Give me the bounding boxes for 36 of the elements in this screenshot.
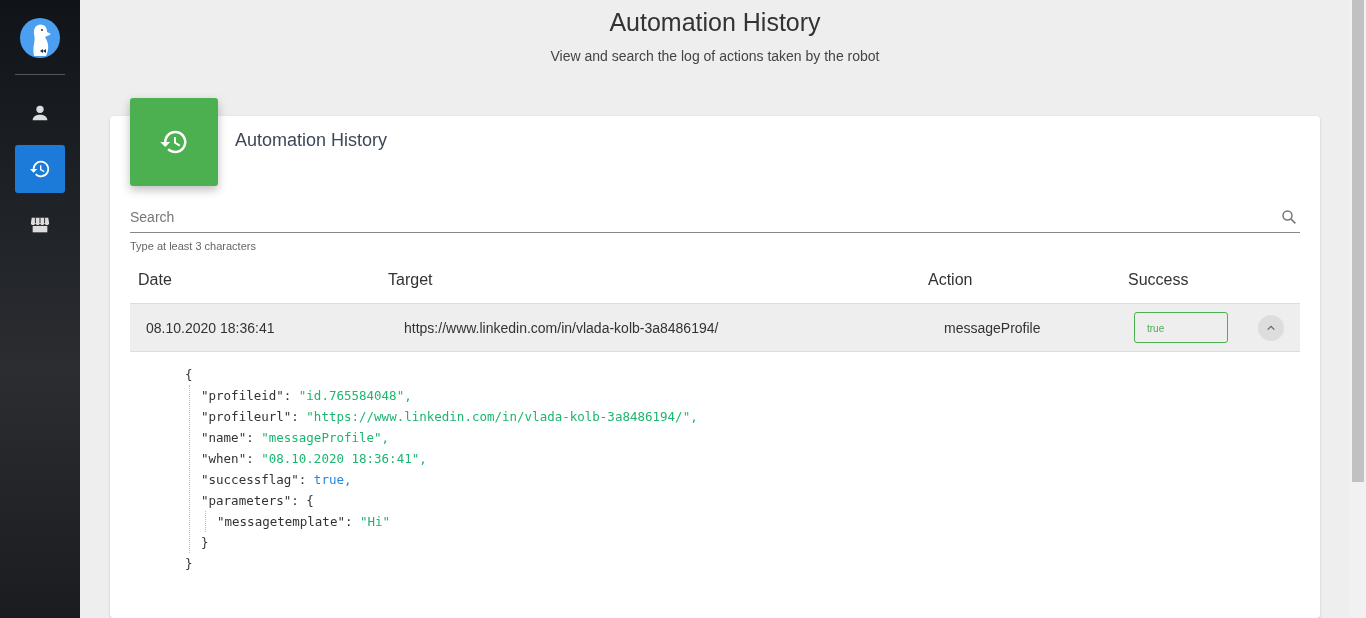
json-value: "08.10.2020 18:36:41", — [261, 451, 427, 466]
json-value: { — [306, 493, 314, 508]
page-title: Automation History — [608, 8, 822, 37]
json-value: "Hi" — [359, 514, 391, 529]
column-header: Success — [1128, 271, 1190, 289]
search-field[interactable]: Search — [130, 202, 1300, 233]
table-cell-text: 08.10.2020 18:36:41 — [145, 319, 276, 336]
json-value: "https://www.linkedin.com/in/vlada-kolb-3a8486194/", — [306, 409, 698, 424]
code-brace: } — [185, 555, 194, 573]
page-subtitle: View and search the log of actions taken by the robot — [549, 48, 881, 64]
scrollbar-thumb[interactable] — [1352, 0, 1364, 482]
json-key: "profileurl": — [201, 409, 299, 424]
table-cell-text: https://www.linkedin.com/in/vlada-kolb-3a8486194/ — [403, 319, 720, 336]
column-header: Action — [928, 271, 974, 289]
column-header: Target — [388, 271, 434, 289]
table-row[interactable]: 08.10.2020 18:36:41 https://www.linkedin.com/in/vlada-kolb-3a8486194/ messageProfile true — [130, 304, 1300, 352]
json-key: "messagetemplate": — [217, 514, 353, 529]
json-value: true, — [313, 472, 352, 487]
search-hint: Type at least 3 characters — [130, 240, 257, 252]
json-key: "successflag": — [201, 472, 307, 487]
code-brace: } — [201, 534, 210, 552]
column-header: Date — [137, 271, 173, 289]
json-value: "messageProfile", — [261, 430, 390, 445]
history-nav-button[interactable] — [15, 145, 65, 193]
json-key: "parameters": — [201, 493, 299, 508]
json-key: "when": — [201, 451, 254, 466]
history-icon — [29, 158, 51, 180]
success-chip: true — [1134, 312, 1228, 343]
duck-logo-icon — [20, 18, 60, 58]
search-icon — [1280, 208, 1298, 226]
json-value: "id.765584048", — [298, 388, 412, 403]
table-cell-text: messageProfile — [943, 319, 1042, 336]
json-key: "name": — [201, 430, 254, 445]
card-title: Automation History — [235, 130, 388, 151]
code-brace: { — [185, 366, 194, 384]
json-key: "profileid": — [201, 388, 292, 403]
